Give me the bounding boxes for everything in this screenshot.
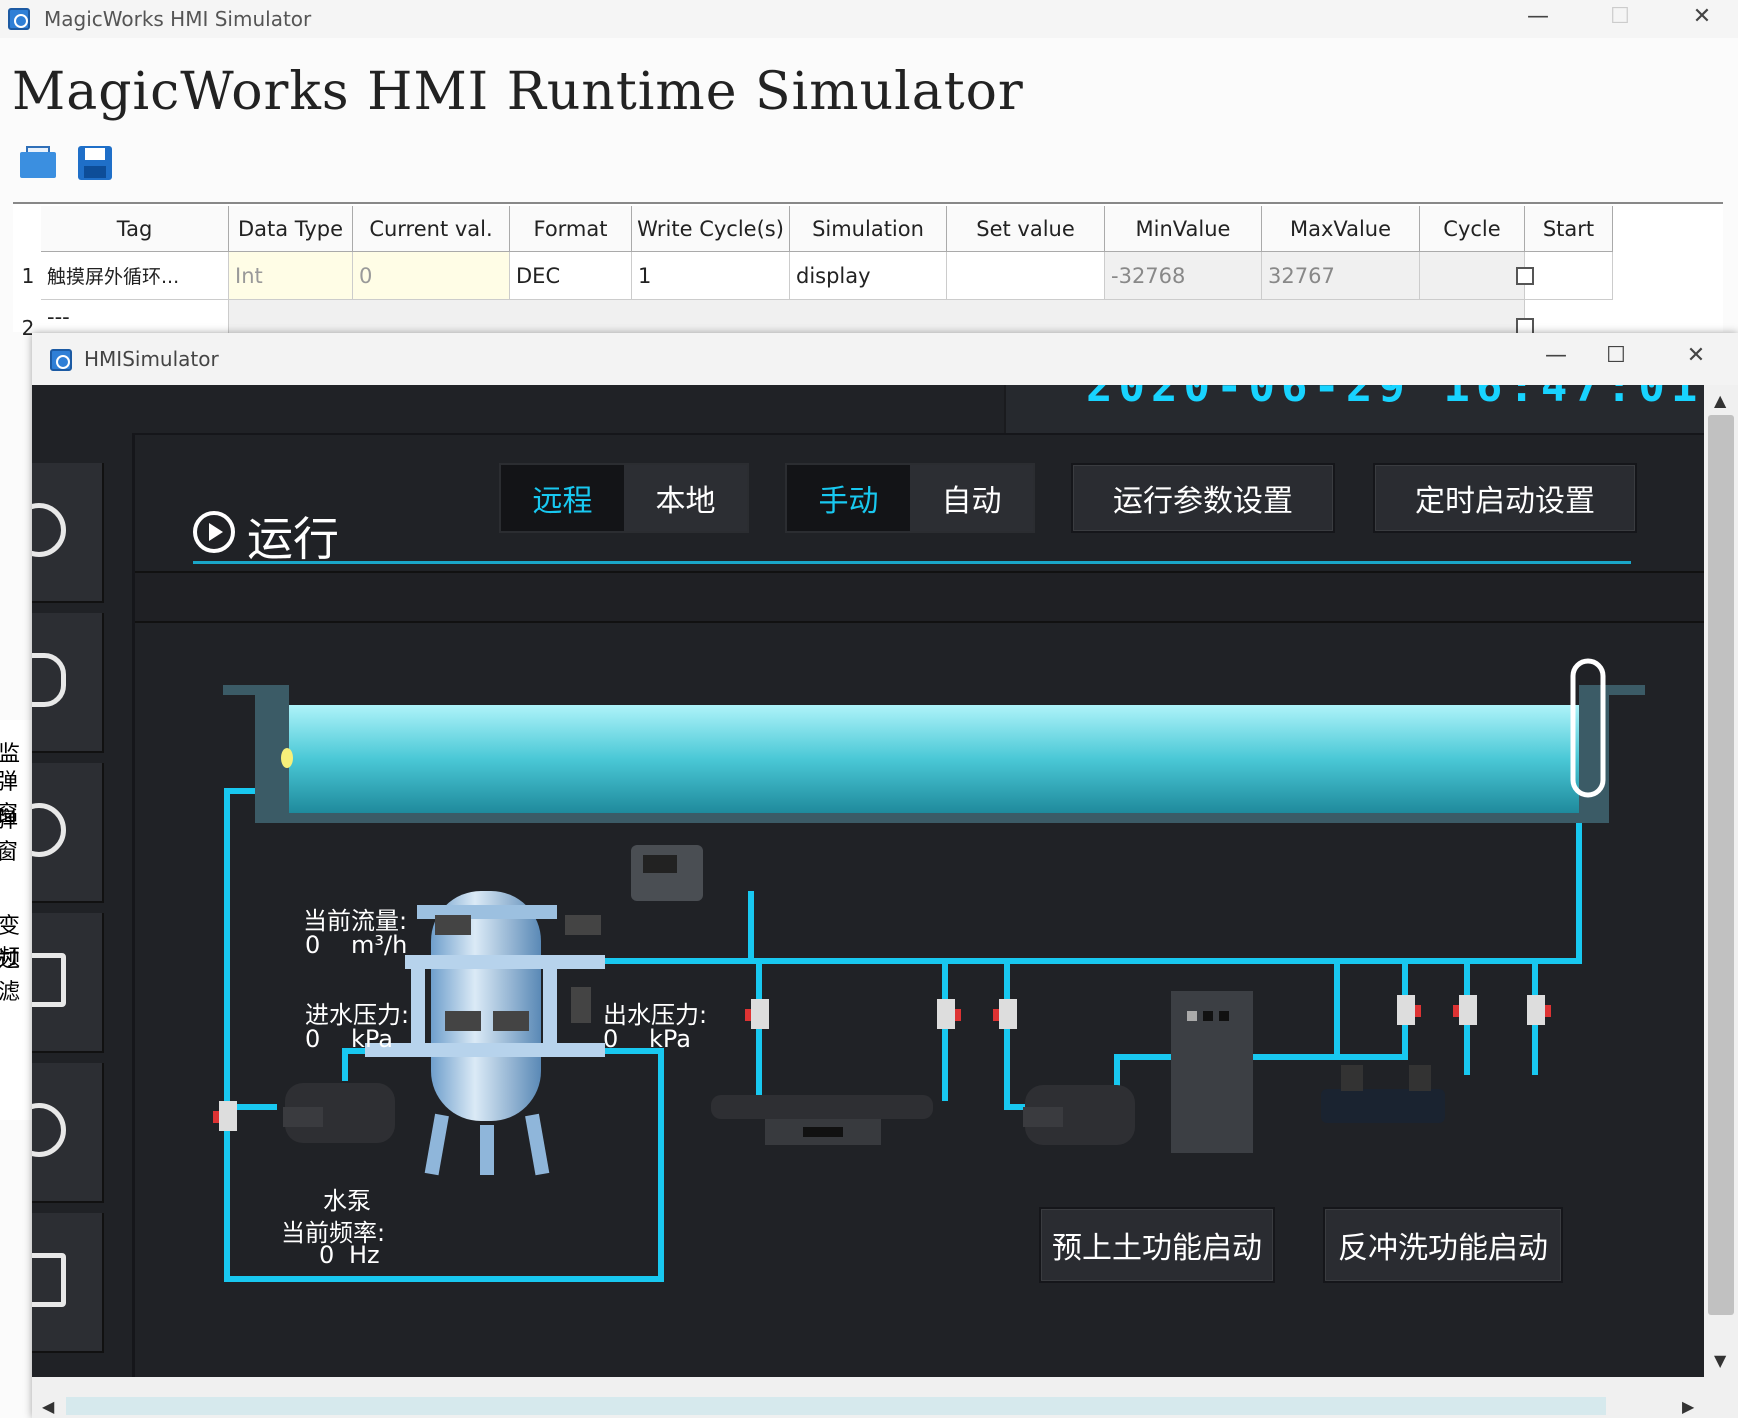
- datetime-panel: 2020-06-29 16:47:01: [1004, 385, 1704, 435]
- cell-simulation[interactable]: display: [790, 252, 947, 300]
- vertical-scrollbar[interactable]: ▲ ▼: [1704, 385, 1738, 1377]
- tag-grid: Tag Data Type Current val. Format Write …: [13, 202, 1723, 340]
- sidebar-settings-button[interactable]: [32, 763, 104, 903]
- horizontal-scroll-thumb[interactable]: [66, 1397, 1606, 1415]
- uv-sterilizer: [711, 1095, 933, 1145]
- backwash-start-button[interactable]: 反冲洗功能启动: [1323, 1207, 1563, 1283]
- pump-left: [283, 1083, 395, 1143]
- vertical-scroll-thumb[interactable]: [1708, 415, 1734, 1315]
- scroll-left-icon[interactable]: ◀: [42, 1397, 54, 1416]
- col-header-min[interactable]: MinValue: [1105, 206, 1262, 252]
- freq-unit: Hz: [349, 1241, 380, 1269]
- scroll-down-icon[interactable]: ▼: [1714, 1351, 1726, 1370]
- freq-value: 0: [319, 1241, 335, 1269]
- cell-data-type[interactable]: Int: [229, 252, 353, 300]
- cell-current-val[interactable]: 0: [353, 252, 510, 300]
- row-number: 1: [21, 264, 35, 288]
- out-pressure-value: 0: [603, 1025, 619, 1053]
- sidebar-search-button[interactable]: [32, 1063, 104, 1203]
- pump-right: [1023, 1085, 1135, 1145]
- cell-tag[interactable]: ---: [41, 300, 229, 334]
- col-header-write-cycle[interactable]: Write Cycle(s): [632, 206, 790, 252]
- col-header-start[interactable]: Start: [1525, 206, 1613, 252]
- outer-title-bar: MagicWorks HMI Simulator — ☐ ✕: [0, 0, 1738, 38]
- sim-window-title: HMISimulator: [84, 347, 219, 371]
- search-icon: [32, 1103, 66, 1157]
- cell-min-value[interactable]: -32768: [1105, 252, 1262, 300]
- cell-set-value[interactable]: [947, 252, 1105, 300]
- controller-box: [631, 845, 703, 901]
- outer-minimize-button[interactable]: —: [1518, 4, 1558, 29]
- cell-start: [1525, 252, 1613, 300]
- hmi-screen: 2020-06-29 16:47:01 运行 远程 本地 手动 自动 运行参数设…: [32, 385, 1704, 1377]
- sim-maximize-button[interactable]: ☐: [1596, 343, 1636, 368]
- cell-write-cycle[interactable]: 1: [632, 252, 790, 300]
- cell-cycle[interactable]: [1420, 252, 1525, 300]
- cell-tag[interactable]: 触摸屏外循环...: [41, 252, 229, 300]
- app-icon: [8, 8, 30, 30]
- datetime-display: 2020-06-29 16:47:01: [1086, 385, 1704, 412]
- cell-max-value[interactable]: 32767: [1262, 252, 1420, 300]
- col-header-set-value[interactable]: Set value: [947, 206, 1105, 252]
- col-header-tag[interactable]: Tag: [41, 206, 229, 252]
- app-icon: [50, 349, 72, 371]
- in-pressure-unit: kPa: [351, 1025, 393, 1053]
- hmi-main-panel: 运行 远程 本地 手动 自动 运行参数设置 定时启动设置 当前流量: 0 m³/…: [132, 433, 1704, 1377]
- document-icon: [32, 1253, 66, 1307]
- hand-icon: [32, 653, 66, 707]
- sim-minimize-button[interactable]: —: [1536, 343, 1576, 368]
- flow-unit: m³/h: [351, 931, 408, 959]
- out-pressure-unit: kPa: [649, 1025, 691, 1053]
- flow-value: 0: [305, 931, 321, 959]
- pump-label: 水泵: [323, 1187, 371, 1215]
- col-header-simulation[interactable]: Simulation: [790, 206, 947, 252]
- col-header-data-type[interactable]: Data Type: [229, 206, 353, 252]
- page-heading: MagicWorks HMI Runtime Simulator: [12, 62, 1024, 122]
- sidebar-trend-button[interactable]: [32, 913, 104, 1053]
- chart-icon: [32, 953, 66, 1007]
- run-cycle-icon: [32, 503, 66, 557]
- fragment-text: 弹窗: [0, 808, 19, 865]
- grid-row-2-cells: [229, 300, 1525, 334]
- user-gear-icon: [32, 803, 66, 857]
- sidebar-doc-button[interactable]: [32, 1213, 104, 1353]
- col-header-format[interactable]: Format: [510, 206, 632, 252]
- cell-format[interactable]: DEC: [510, 252, 632, 300]
- horizontal-scrollbar[interactable]: ◀ ▶: [32, 1377, 1738, 1418]
- sidebar-manual-button[interactable]: [32, 613, 104, 753]
- pool-tank: [223, 658, 1645, 823]
- hmi-simulator-window: HMISimulator — ☐ ✕ 2020-06-29 16:47:01 运…: [32, 333, 1738, 1418]
- outer-window-title: MagicWorks HMI Simulator: [44, 7, 312, 31]
- col-header-cycle[interactable]: Cycle: [1420, 206, 1525, 252]
- sim-close-button[interactable]: ✕: [1676, 343, 1716, 368]
- start-checkbox[interactable]: [1516, 267, 1534, 285]
- sim-title-bar: HMISimulator — ☐ ✕: [32, 333, 1738, 385]
- fragment-text: 过滤: [0, 948, 21, 1005]
- folder-open-icon[interactable]: [18, 144, 58, 180]
- scroll-up-icon[interactable]: ▲: [1714, 391, 1726, 410]
- outer-close-button[interactable]: ✕: [1682, 4, 1722, 29]
- scroll-right-icon[interactable]: ▶: [1682, 1397, 1694, 1416]
- in-pressure-value: 0: [305, 1025, 321, 1053]
- dosing-pumps: [1321, 1065, 1445, 1123]
- control-cabinet: [1171, 991, 1253, 1153]
- floppy-save-icon[interactable]: [76, 144, 116, 180]
- background-window-fragment: 监 弹窗 弹窗 变频 过滤: [0, 720, 34, 1120]
- sidebar-run-button[interactable]: [32, 463, 104, 603]
- pre-soil-start-button[interactable]: 预上土功能启动: [1039, 1207, 1275, 1283]
- hmi-sidebar: [32, 463, 132, 1377]
- outer-maximize-button[interactable]: ☐: [1600, 4, 1640, 29]
- col-header-max[interactable]: MaxValue: [1262, 206, 1420, 252]
- pipework: [224, 788, 1582, 1282]
- col-header-current-val[interactable]: Current val.: [353, 206, 510, 252]
